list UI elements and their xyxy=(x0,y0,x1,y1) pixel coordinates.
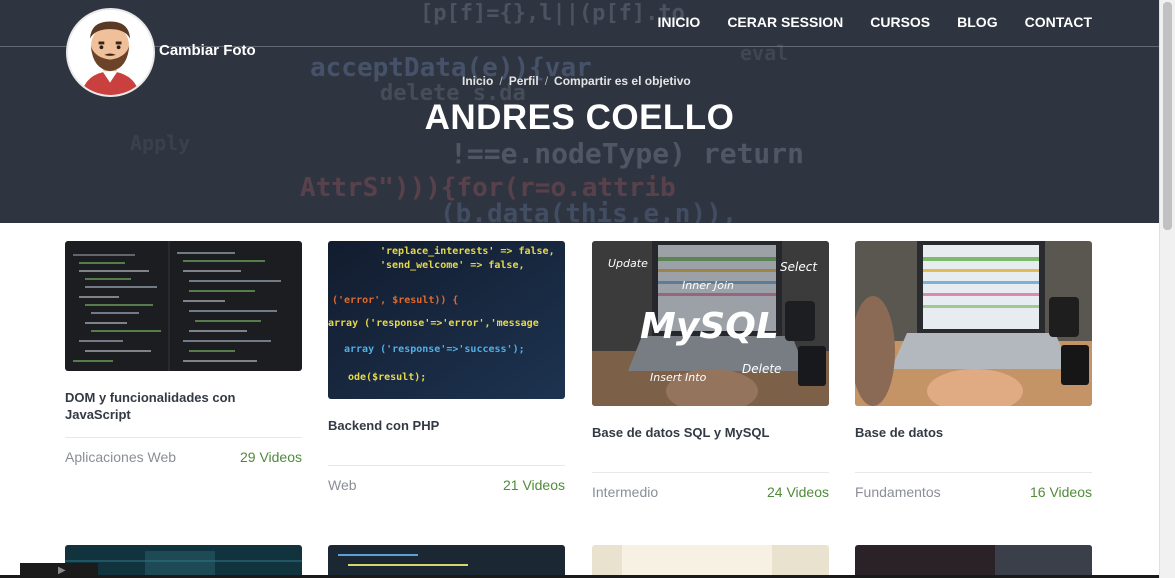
main-nav: INICIO CERAR SESSION CURSOS BLOG CONTACT xyxy=(658,14,1092,30)
course-thumbnail[interactable] xyxy=(328,545,565,578)
mysql-laptop-thumbnail: Update Select Inner Join MySQL Insert In… xyxy=(592,241,829,406)
course-card[interactable]: 'replace_interests' => false, 'send_welc… xyxy=(328,241,565,493)
card-divider xyxy=(328,465,565,466)
code-editor-thumbnail xyxy=(65,241,302,371)
card-divider xyxy=(855,472,1092,473)
notebook-thumbnail xyxy=(592,545,829,578)
card-divider xyxy=(592,472,829,473)
course-thumbnail[interactable] xyxy=(855,241,1092,406)
workspace-thumbnail xyxy=(855,545,1092,578)
course-thumbnail[interactable] xyxy=(65,545,302,578)
course-title[interactable]: DOM y funcionalidades con JavaScript xyxy=(65,389,302,437)
breadcrumb-inicio[interactable]: Inicio xyxy=(462,74,493,88)
avatar-illustration xyxy=(68,10,153,95)
course-video-count: 16 Videos xyxy=(1029,484,1092,500)
course-title[interactable]: Backend con PHP xyxy=(328,417,565,465)
course-thumbnail[interactable] xyxy=(65,241,302,371)
course-thumbnail[interactable]: Update Select Inner Join MySQL Insert In… xyxy=(592,241,829,406)
breadcrumb-separator: / xyxy=(499,74,503,88)
nav-cerrar-session[interactable]: CERAR SESSION xyxy=(727,14,843,30)
course-thumbnail[interactable]: 'replace_interests' => false, 'send_welc… xyxy=(328,241,565,399)
sql-keyword: Insert Into xyxy=(650,371,707,384)
course-category: Fundamentos xyxy=(855,484,941,500)
code-line: array ('response'=>'error','message xyxy=(328,318,539,329)
profile-hero: [p[f]={},l||(p[f].to acceptData(e)){var … xyxy=(0,0,1159,223)
course-video-count: 29 Videos xyxy=(239,449,302,465)
breadcrumb-perfil[interactable]: Perfil xyxy=(509,74,539,88)
mysql-logo-text: MySQL xyxy=(640,306,779,347)
course-category: Intermedio xyxy=(592,484,659,500)
scrollbar-thumb[interactable] xyxy=(1163,2,1172,230)
code-line: ('error', $result)) { xyxy=(332,295,458,306)
nav-inicio[interactable]: INICIO xyxy=(658,14,701,30)
course-thumbnail[interactable] xyxy=(592,545,829,578)
code-line: 'send_welcome' => false, xyxy=(380,260,525,271)
course-meta: Fundamentos 16 Videos xyxy=(855,484,1092,500)
sql-keyword: Update xyxy=(608,257,648,270)
course-title[interactable]: Base de datos SQL y MySQL xyxy=(592,424,829,472)
sql-keyword: Inner Join xyxy=(682,279,734,292)
sql-keyword: Select xyxy=(780,260,818,274)
course-thumbnail[interactable] xyxy=(855,545,1092,578)
course-meta: Intermedio 24 Videos xyxy=(592,484,829,500)
sql-keyword: Delete xyxy=(742,362,781,376)
code-line: array ('response'=>'success'); xyxy=(344,344,525,355)
page-scrollbar[interactable] xyxy=(1159,0,1175,578)
code-line: ode($result); xyxy=(348,372,426,383)
laptop-database-thumbnail xyxy=(855,241,1092,406)
course-video-count: 21 Videos xyxy=(502,477,565,493)
course-category: Web xyxy=(328,477,357,493)
course-category: Aplicaciones Web xyxy=(65,449,177,465)
course-meta: Web 21 Videos xyxy=(328,477,565,493)
course-video-count: 24 Videos xyxy=(766,484,829,500)
nav-blog[interactable]: BLOG xyxy=(957,14,997,30)
course-card[interactable]: DOM y funcionalidades con JavaScript Apl… xyxy=(65,241,302,465)
nav-contact[interactable]: CONTACT xyxy=(1025,14,1092,30)
course-title[interactable]: Base de datos xyxy=(855,424,1092,472)
profile-avatar[interactable] xyxy=(66,8,155,97)
breadcrumb-separator: / xyxy=(544,74,549,88)
code-editor-thumbnail xyxy=(328,545,565,578)
code-line: 'replace_interests' => false, xyxy=(380,245,555,257)
page-title: ANDRES COELLO xyxy=(424,98,735,137)
card-divider xyxy=(65,437,302,438)
nav-cursos[interactable]: CURSOS xyxy=(870,14,930,30)
breadcrumb: Inicio / Perfil / Compartir es el objeti… xyxy=(462,74,691,88)
course-card[interactable]: Update Select Inner Join MySQL Insert In… xyxy=(592,241,829,500)
course-card[interactable]: Base de datos Fundamentos 16 Videos xyxy=(855,241,1092,500)
breadcrumb-current: Compartir es el objetivo xyxy=(554,74,691,88)
php-code-thumbnail: 'replace_interests' => false, 'send_welc… xyxy=(328,241,565,399)
circuit-board-thumbnail xyxy=(65,545,302,578)
course-meta: Aplicaciones Web 29 Videos xyxy=(65,449,302,465)
change-photo-link[interactable]: Cambiar Foto xyxy=(159,42,256,59)
